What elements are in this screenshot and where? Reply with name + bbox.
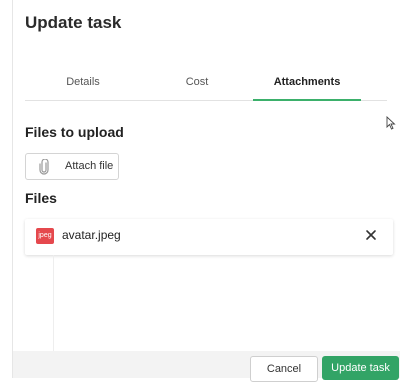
tab-cost[interactable]: Cost: [141, 70, 253, 100]
close-icon[interactable]: [365, 229, 377, 241]
update-task-button[interactable]: Update task: [322, 356, 399, 380]
update-task-dialog: Update task Details Cost Attachments Fil…: [12, 0, 400, 382]
paperclip-icon: [39, 159, 49, 175]
attach-file-label: Attach file: [65, 160, 114, 172]
jpeg-file-icon: jpeg: [36, 228, 54, 244]
file-item: jpeg avatar.jpeg: [25, 219, 393, 255]
mouse-pointer-icon: [386, 116, 396, 130]
tab-bar: Details Cost Attachments: [25, 70, 387, 101]
attach-file-button[interactable]: Attach file: [25, 153, 119, 180]
tab-details[interactable]: Details: [25, 70, 141, 100]
dialog-footer: Cancel Update task: [13, 351, 400, 382]
dialog-title: Update task: [25, 13, 122, 32]
tab-attachments[interactable]: Attachments: [253, 70, 361, 101]
file-name[interactable]: avatar.jpeg: [62, 228, 121, 242]
divider: [53, 255, 54, 351]
cancel-button[interactable]: Cancel: [250, 356, 318, 382]
files-to-upload-heading: Files to upload: [25, 124, 124, 140]
files-heading: Files: [25, 190, 57, 206]
